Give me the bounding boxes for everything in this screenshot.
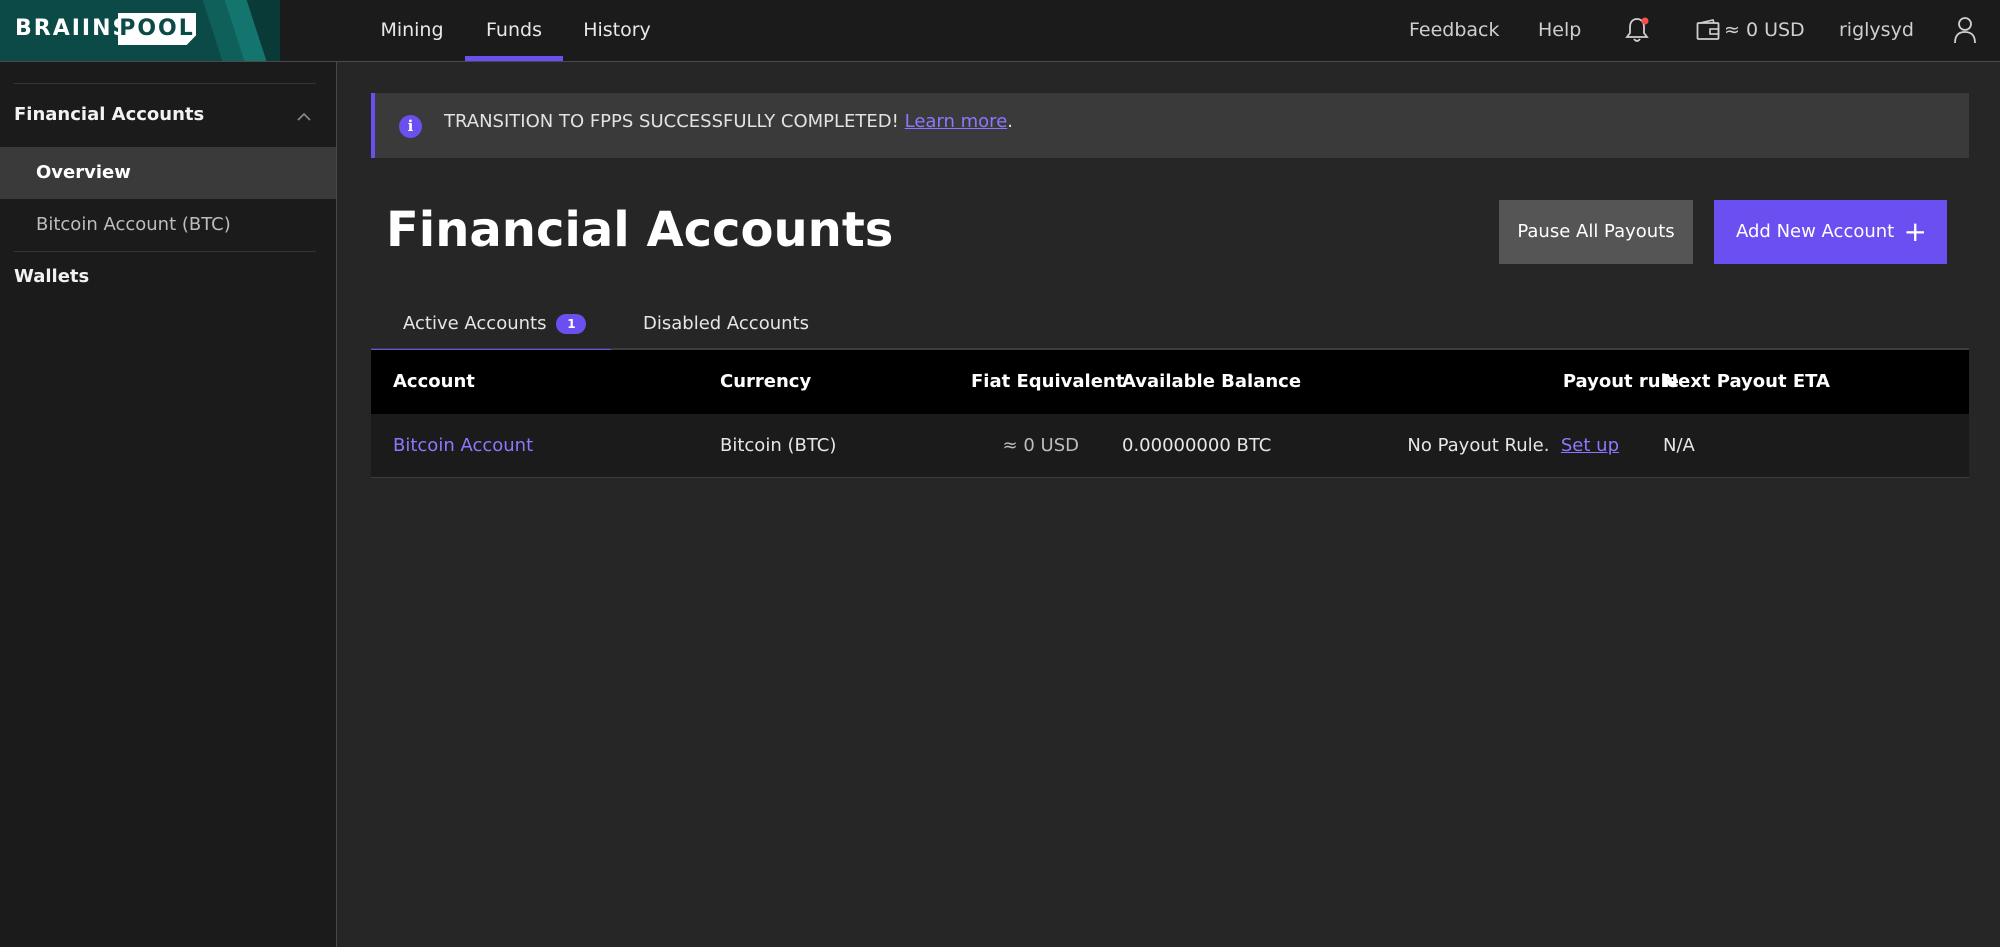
sidebar-section-financial-accounts[interactable]: Financial Accounts — [14, 104, 204, 125]
info-banner: i TRANSITION TO FPPS SUCCESSFULLY COMPLE… — [371, 93, 1969, 158]
payout-rule-cell: No Payout Rule. Set up — [1371, 414, 1619, 478]
add-new-account-label: Add New Account — [1736, 221, 1895, 242]
help-link[interactable]: Help — [1538, 0, 1581, 61]
pause-all-payouts-button[interactable]: Pause All Payouts — [1499, 200, 1693, 264]
nav-mining[interactable]: Mining — [372, 0, 452, 61]
col-fiat: Fiat Equivalent — [971, 371, 1125, 392]
nav-history[interactable]: History — [578, 0, 656, 61]
eta-cell: N/A — [1663, 435, 1695, 456]
banner-period: . — [1007, 111, 1013, 132]
user-icon[interactable] — [1953, 16, 1977, 44]
logo-text: BRAIINS — [15, 16, 131, 41]
chevron-up-icon[interactable] — [296, 108, 312, 121]
account-link[interactable]: Bitcoin Account — [393, 414, 533, 478]
balance-cell: 0.00000000 BTC — [1122, 435, 1272, 456]
wallet-balance[interactable]: ≈ 0 USD — [1724, 0, 1805, 61]
learn-more-link[interactable]: Learn more — [905, 111, 1008, 132]
sidebar-section-wallets[interactable]: Wallets — [14, 266, 89, 287]
sidebar: Financial Accounts Overview Bitcoin Acco… — [0, 62, 337, 947]
col-currency: Currency — [720, 371, 812, 392]
accounts-table: Account Currency Fiat Equivalent Availab… — [371, 350, 1969, 478]
set-up-link[interactable]: Set up — [1561, 435, 1619, 456]
banner-text: TRANSITION TO FPPS SUCCESSFULLY COMPLETE… — [444, 111, 905, 132]
add-new-account-button[interactable]: Add New Account + — [1714, 200, 1947, 264]
fiat-cell: ≈ 0 USD — [1002, 435, 1079, 456]
divider — [14, 251, 316, 252]
page-title: Financial Accounts — [386, 202, 894, 258]
col-payout-rule: Payout rule — [1562, 371, 1679, 392]
logo-box-text: POOL — [118, 13, 196, 45]
wallet-icon[interactable] — [1696, 19, 1720, 41]
col-balance: Available Balance — [1122, 371, 1302, 392]
payout-rule-text: No Payout Rule. — [1407, 435, 1550, 456]
table-row: Bitcoin Account Bitcoin (BTC) ≈ 0 USD 0.… — [371, 414, 1969, 478]
divider — [14, 83, 316, 84]
feedback-link[interactable]: Feedback — [1409, 0, 1499, 61]
sidebar-item-overview[interactable]: Overview — [0, 147, 336, 199]
info-icon: i — [399, 115, 422, 138]
username[interactable]: riglysyd — [1839, 0, 1914, 61]
top-bar: BRAIINS POOL Mining Funds History Feedba… — [0, 0, 2000, 62]
col-account: Account — [393, 371, 475, 392]
tab-active-label: Active Accounts — [403, 313, 547, 334]
logo[interactable]: BRAIINS POOL — [0, 0, 280, 61]
tab-active-accounts[interactable]: Active Accounts 1 — [371, 300, 611, 352]
count-badge: 1 — [556, 314, 587, 334]
banner-message: TRANSITION TO FPPS SUCCESSFULLY COMPLETE… — [444, 111, 1013, 132]
tab-disabled-accounts[interactable]: Disabled Accounts — [643, 300, 809, 350]
account-tabs: Active Accounts 1 Disabled Accounts — [371, 300, 1969, 352]
bell-icon[interactable] — [1624, 16, 1650, 44]
col-eta: Next Payout ETA — [1663, 371, 1830, 392]
nav-funds[interactable]: Funds — [465, 0, 563, 61]
sidebar-item-bitcoin-account[interactable]: Bitcoin Account (BTC) — [0, 199, 336, 251]
plus-icon: + — [1903, 215, 1927, 248]
table-header: Account Currency Fiat Equivalent Availab… — [371, 350, 1969, 414]
currency-cell: Bitcoin (BTC) — [720, 435, 837, 456]
